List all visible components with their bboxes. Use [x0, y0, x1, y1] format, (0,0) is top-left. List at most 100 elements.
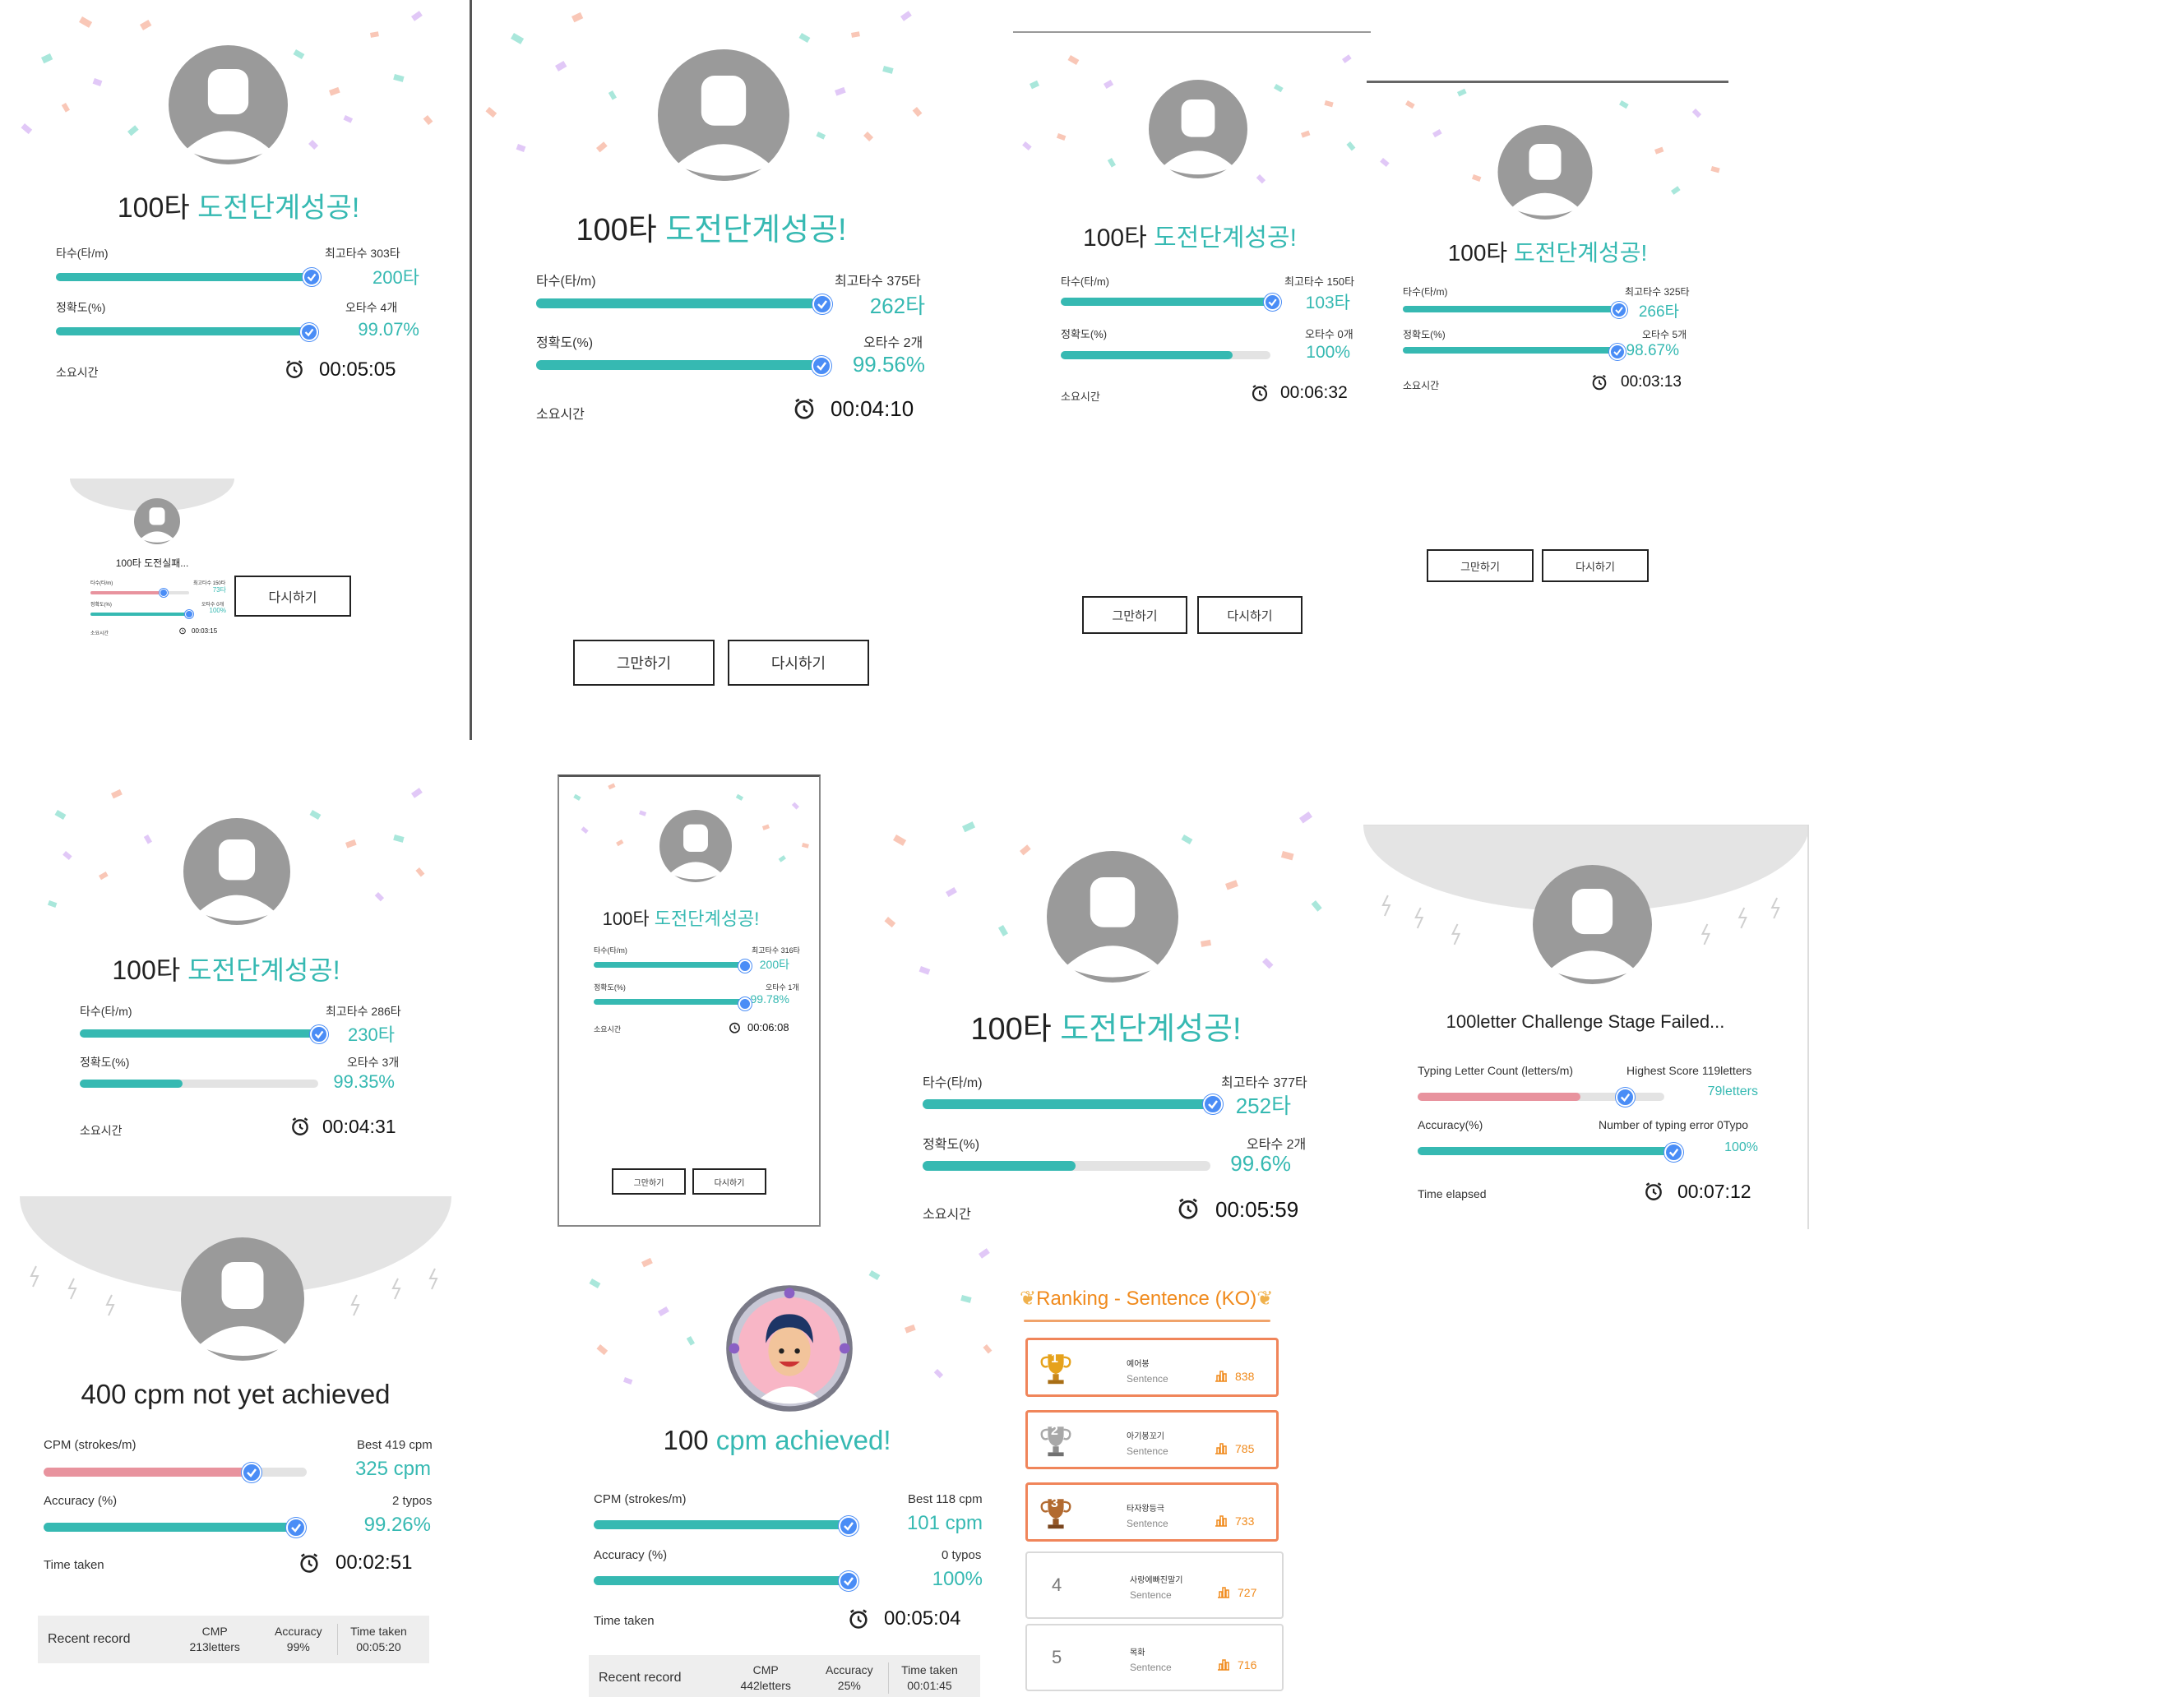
user-avatar-icon — [658, 49, 789, 181]
recent-accuracy: Accuracy 99% — [275, 1625, 322, 1653]
quit-button[interactable]: 그만하기 — [612, 1168, 686, 1195]
accuracy-label: 정확도(%) — [923, 1138, 980, 1152]
speed-label: 타수(타/m) — [1061, 275, 1109, 288]
alarm-clock-icon — [289, 1116, 311, 1137]
alarm-clock-icon — [728, 1020, 742, 1034]
typo-count-hint: 오타수 4개 — [345, 301, 398, 314]
alarm-clock-icon — [1643, 1181, 1664, 1202]
alarm-clock-icon — [1590, 373, 1608, 391]
speed-label: Typing Letter Count (letters/m) — [1418, 1064, 1574, 1077]
retry-button[interactable]: 다시하기 — [1197, 596, 1303, 634]
accuracy-progress-fill — [1418, 1147, 1673, 1155]
rank-number: 3 — [1051, 1496, 1058, 1510]
accuracy-progress-fill — [594, 999, 743, 1005]
speed-progress-bar — [1061, 298, 1270, 306]
speed-best-hint: 최고타수 325타 — [1625, 286, 1690, 298]
rank-type: Sentence — [1130, 1662, 1172, 1673]
bar-chart-icon — [1216, 1657, 1231, 1672]
accuracy-progress-bar — [1061, 351, 1270, 359]
user-avatar-icon — [1533, 865, 1652, 984]
time-label: Time elapsed — [1418, 1187, 1487, 1200]
retry-button[interactable]: 다시하기 — [234, 576, 351, 617]
time-value: 00:03:13 — [1621, 373, 1682, 391]
character-avatar-icon — [724, 1283, 855, 1414]
rank-user-name: 목화 — [1130, 1648, 1145, 1658]
user-avatar-icon — [1496, 125, 1594, 220]
speed-progress-fill — [1061, 298, 1270, 306]
speed-best-hint: Highest Score 119letters — [1626, 1064, 1752, 1077]
accuracy-progress-fill — [44, 1523, 303, 1532]
time-label: Time taken — [594, 1614, 655, 1628]
laurel-left-icon: ❦ — [1020, 1288, 1037, 1310]
speed-label: 타수(타/m) — [80, 1005, 132, 1018]
typo-count-hint: 2 typos — [392, 1494, 433, 1508]
ranking-row[interactable]: 5 목화 Sentence 716 — [1025, 1624, 1284, 1691]
result-headline: 100타 도전단계성공! — [112, 955, 340, 985]
recent-time-taken: Time taken 00:01:45 — [887, 1662, 970, 1694]
recent-record-label: Recent record — [599, 1671, 682, 1685]
check-circle-icon — [1609, 344, 1626, 360]
result-panel-ko-success-4: 100타 도전단계성공! 타수(타/m) 최고타수 325타 266타 정확도(… — [1367, 84, 1728, 594]
ranking-row[interactable]: 3 타자왕등극 Sentence 733 — [1025, 1482, 1279, 1542]
rank-score: 785 — [1235, 1442, 1255, 1455]
speed-progress-fill — [90, 591, 160, 594]
speed-progress-bar — [80, 1029, 318, 1038]
accuracy-label: 정확도(%) — [1061, 328, 1108, 340]
accuracy-progress-fill — [594, 1576, 850, 1585]
speed-label: 타수(타/m) — [56, 247, 109, 260]
speed-progress-bar — [44, 1468, 307, 1477]
speed-progress-bar — [594, 962, 743, 968]
result-headline: 100타 도전단계성공! — [576, 213, 847, 247]
speed-value: 200타 — [372, 267, 419, 288]
speed-value: 325 cpm — [354, 1458, 431, 1480]
rank-type: Sentence — [1127, 1373, 1168, 1385]
speed-progress-fill — [56, 273, 311, 281]
time-label: 소요시간 — [56, 366, 99, 379]
speed-best-hint: Best 118 cpm — [908, 1492, 983, 1506]
alarm-clock-icon — [792, 396, 817, 421]
speed-progress-fill — [80, 1029, 318, 1038]
ranking-row[interactable]: 2 아기봉꼬기 Sentence 785 — [1025, 1410, 1279, 1469]
check-circle-icon — [812, 356, 831, 376]
recent-time-taken: Time taken 00:05:20 — [336, 1624, 419, 1655]
user-avatar-icon — [134, 498, 180, 544]
accuracy-progress-fill — [80, 1080, 183, 1088]
check-circle-icon — [242, 1463, 261, 1482]
accuracy-label: 정확도(%) — [90, 603, 112, 608]
accuracy-progress-fill — [923, 1161, 1076, 1171]
ranking-row[interactable]: 4 사랑에빠진말기 Sentence 727 — [1025, 1551, 1284, 1619]
typo-count-hint: 오타수 0개 — [1305, 328, 1353, 340]
result-panel-en-success-cpm: 100 cpm achieved! CPM (strokes/m) Best 1… — [576, 1237, 1003, 1697]
time-label: Time taken — [44, 1558, 104, 1572]
panel-top-border — [1013, 31, 1371, 33]
speed-label: CPM (strokes/m) — [44, 1438, 136, 1452]
typo-count-hint: Number of typing error 0Typo — [1599, 1118, 1749, 1131]
result-panel-ko-success-1: 100타 도전단계성공! 타수(타/m) 최고타수 303타 200타 정확도(… — [16, 0, 460, 428]
time-value: 00:02:51 — [335, 1551, 413, 1574]
retry-button[interactable]: 다시하기 — [728, 640, 869, 686]
accuracy-value: 99.07% — [358, 319, 419, 340]
recent-record-bar: Recent record CMP 213letters Accuracy 99% … — [38, 1616, 429, 1663]
rank-score: 727 — [1238, 1586, 1257, 1599]
quit-button[interactable]: 그만하기 — [1427, 549, 1534, 582]
retry-button[interactable]: 다시하기 — [692, 1168, 766, 1195]
time-value: 00:06:08 — [747, 1021, 789, 1033]
retry-button[interactable]: 다시하기 — [1542, 549, 1649, 582]
accuracy-label: Accuracy(%) — [1418, 1118, 1483, 1131]
speed-progress-bar — [536, 298, 816, 308]
speed-progress-bar — [90, 591, 189, 594]
accuracy-progress-bar — [56, 327, 311, 335]
quit-button[interactable]: 그만하기 — [573, 640, 715, 686]
check-circle-icon — [1264, 294, 1281, 311]
result-headline: 100타 도전실패... — [115, 557, 189, 569]
rank-number: 4 — [1052, 1574, 1062, 1595]
time-value: 00:03:15 — [192, 627, 218, 635]
ranking-row[interactable]: 1 예어봉 Sentence 838 — [1025, 1338, 1279, 1397]
quit-button[interactable]: 그만하기 — [1082, 596, 1187, 634]
user-avatar-icon — [181, 1237, 304, 1361]
rank-score: 716 — [1238, 1658, 1257, 1672]
speed-best-hint: Best 419 cpm — [357, 1438, 433, 1452]
speed-progress-fill — [594, 1520, 850, 1529]
time-label: 소요시간 — [1061, 391, 1100, 403]
accuracy-value: 99.56% — [852, 352, 925, 377]
